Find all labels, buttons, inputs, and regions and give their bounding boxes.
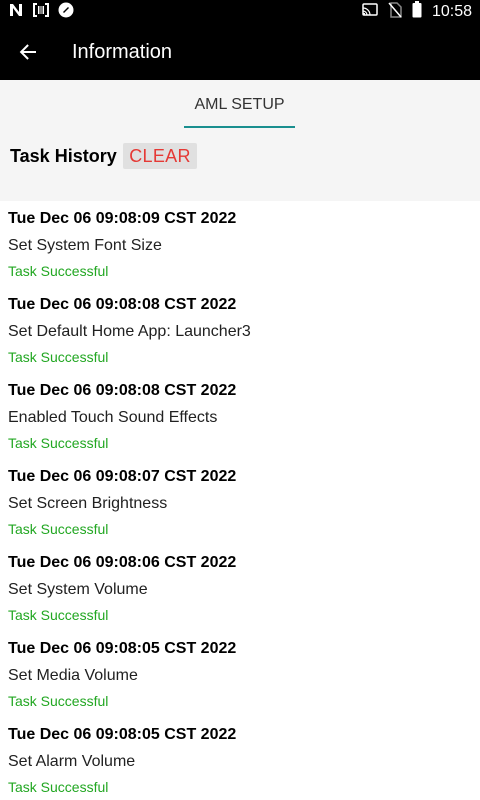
task-timestamp: Tue Dec 06 09:08:09 CST 2022 — [8, 210, 237, 227]
list-item: Tue Dec 06 09:08:09 CST 2022 Set System … — [0, 201, 480, 287]
task-name: Set Alarm Volume — [8, 753, 136, 770]
task-list[interactable]: Tue Dec 06 09:08:09 CST 2022 Set System … — [0, 201, 480, 800]
task-name: Set Screen Brightness — [8, 495, 168, 512]
task-status: Task Successful — [8, 607, 109, 623]
status-bar-system: 10:58 — [362, 1, 472, 23]
list-item: Tue Dec 06 09:08:05 CST 2022 Set Media V… — [0, 631, 480, 717]
task-timestamp: Tue Dec 06 09:08:08 CST 2022 — [8, 296, 237, 313]
header-area: AML SETUP Task History CLEAR — [0, 80, 480, 201]
task-timestamp: Tue Dec 06 09:08:05 CST 2022 — [8, 726, 237, 743]
n-icon — [8, 2, 24, 23]
task-status: Task Successful — [8, 349, 109, 365]
list-item: Tue Dec 06 09:08:06 CST 2022 Set System … — [0, 545, 480, 631]
barcode-scanner-icon — [32, 2, 50, 23]
task-status: Task Successful — [8, 263, 109, 279]
task-status: Task Successful — [8, 693, 109, 709]
app-bar: Information — [0, 24, 480, 80]
list-item: Tue Dec 06 09:08:08 CST 2022 Set Default… — [0, 287, 480, 373]
task-timestamp: Tue Dec 06 09:08:07 CST 2022 — [8, 468, 237, 485]
page-title: Information — [72, 41, 173, 63]
list-item: Tue Dec 06 09:08:07 CST 2022 Set Screen … — [0, 459, 480, 545]
no-sim-icon — [388, 1, 402, 23]
list-item: Tue Dec 06 09:08:08 CST 2022 Enabled Tou… — [0, 373, 480, 459]
status-bar-time: 10:58 — [431, 3, 472, 20]
battery-icon — [412, 1, 422, 23]
task-status: Task Successful — [8, 435, 109, 451]
task-status: Task Successful — [8, 779, 109, 795]
task-name: Enabled Touch Sound Effects — [8, 409, 218, 426]
back-button[interactable] — [10, 34, 46, 70]
tab-indicator — [184, 126, 295, 128]
clear-button[interactable]: CLEAR — [123, 143, 197, 169]
app-circle-icon — [58, 2, 74, 23]
task-timestamp: Tue Dec 06 09:08:05 CST 2022 — [8, 640, 237, 657]
status-bar: 10:58 — [0, 0, 480, 24]
cast-icon — [362, 2, 378, 22]
task-name: Set System Font Size — [8, 237, 162, 254]
task-history-label: Task History — [10, 146, 117, 166]
task-name: Set Media Volume — [8, 667, 138, 684]
list-item: Tue Dec 06 09:08:05 CST 2022 Set Alarm V… — [0, 717, 480, 800]
task-timestamp: Tue Dec 06 09:08:08 CST 2022 — [8, 382, 237, 399]
arrow-back-icon — [19, 44, 36, 60]
task-name: Set Default Home App: Launcher3 — [8, 323, 251, 340]
task-timestamp: Tue Dec 06 09:08:06 CST 2022 — [8, 554, 237, 571]
task-name: Set System Volume — [8, 581, 148, 598]
task-status: Task Successful — [8, 521, 109, 537]
status-bar-notifications — [8, 2, 74, 23]
tab-aml-setup[interactable]: AML SETUP — [184, 80, 295, 129]
